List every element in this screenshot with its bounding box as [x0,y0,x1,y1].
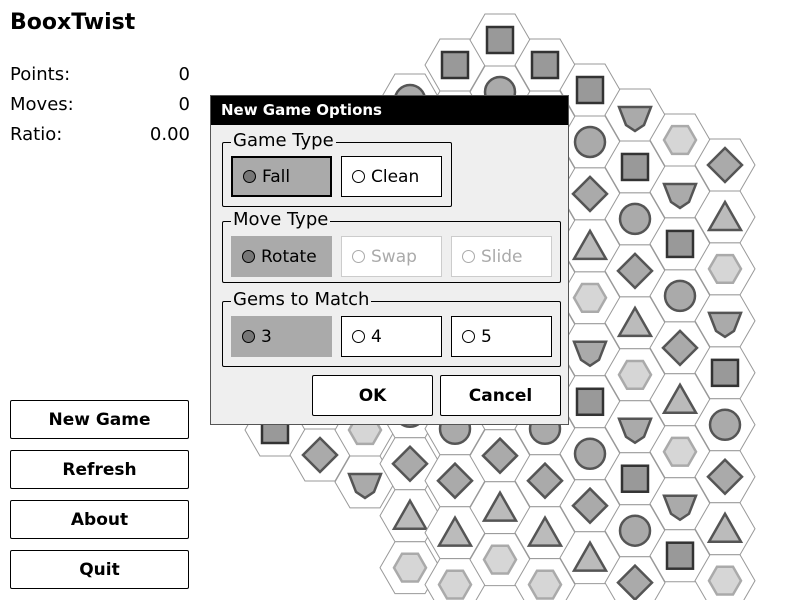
ratio-value: 0.00 [149,124,190,145]
circle-gem-icon [618,514,652,547]
radio-selected-icon [242,250,255,263]
points-label: Points: [10,64,71,85]
ok-button[interactable]: OK [312,375,433,416]
rotate-label: Rotate [261,246,317,267]
gems-5-option[interactable]: 5 [451,316,552,357]
radio-icon [352,250,365,263]
gems-to-match-group: Gems to Match 3 4 5 [222,290,561,367]
game-type-group: Game Type Fall Clean [222,131,452,207]
game-type-label: Game Type [231,130,336,151]
square-gem-icon [620,152,650,182]
move-type-group: Move Type Rotate Swap Slide [222,210,561,283]
radio-selected-icon [242,330,255,343]
ratio-stat: Ratio: 0.00 [10,124,190,145]
game-type-clean-option[interactable]: Clean [341,156,442,197]
move-type-slide-option[interactable]: Slide [451,236,552,277]
hexagon-gem-icon [662,436,698,467]
moves-label: Moves: [10,94,74,115]
moves-value: 0 [178,94,190,115]
circle-gem-icon [663,279,697,313]
points-value: 0 [178,64,190,85]
hexagon-gem-icon [662,124,698,156]
hexagon-gem-icon [482,544,518,575]
hexagon-gem-icon [437,569,473,600]
points-stat: Points: 0 [10,64,190,85]
new-game-options-dialog: New Game Options Game Type Fall Clean Mo… [210,95,569,425]
radio-icon [462,330,475,343]
radio-icon [352,170,365,183]
swap-label: Swap [371,246,417,267]
move-type-swap-option[interactable]: Swap [341,236,442,277]
refresh-button[interactable]: Refresh [10,450,189,489]
square-gem-icon [710,358,740,388]
hexagon-gem-icon [707,565,743,596]
app-title: BooxTwist [10,10,136,35]
square-gem-icon [440,50,470,80]
square-gem-icon [485,25,515,55]
quit-button[interactable]: Quit [10,550,189,589]
square-gem-icon [620,464,650,493]
hexagon-gem-icon [392,552,428,583]
ratio-label: Ratio: [10,124,63,145]
about-button[interactable]: About [10,500,189,539]
square-gem-icon [665,229,695,259]
gems-4-label: 4 [371,326,382,347]
gems-4-option[interactable]: 4 [341,316,442,357]
clean-label: Clean [371,166,420,187]
circle-gem-icon [618,202,652,236]
hexagon-gem-icon [572,282,608,313]
square-gem-icon [575,75,605,105]
gems-5-label: 5 [481,326,492,347]
dialog-title: New Game Options [211,96,568,125]
circle-gem-icon [573,125,607,159]
square-gem-icon [665,541,695,570]
move-type-label: Move Type [231,209,331,230]
hexagon-gem-icon [617,359,653,390]
cancel-button[interactable]: Cancel [440,375,561,416]
radio-icon [462,250,475,263]
gems-3-label: 3 [261,326,272,347]
move-type-rotate-option[interactable]: Rotate [231,236,332,277]
slide-label: Slide [481,246,523,267]
square-gem-icon [530,50,560,80]
circle-gem-icon [708,408,742,442]
circle-gem-icon [573,437,607,470]
game-type-fall-option[interactable]: Fall [231,156,332,197]
gems-to-match-label: Gems to Match [231,289,372,310]
fall-label: Fall [262,166,291,187]
hexagon-gem-icon [527,569,563,600]
radio-selected-icon [243,170,256,183]
square-gem-icon [575,387,605,417]
new-game-button[interactable]: New Game [10,400,189,439]
radio-icon [352,330,365,343]
hexagon-gem-icon [707,253,743,285]
gems-3-option[interactable]: 3 [231,316,332,357]
moves-stat: Moves: 0 [10,94,190,115]
